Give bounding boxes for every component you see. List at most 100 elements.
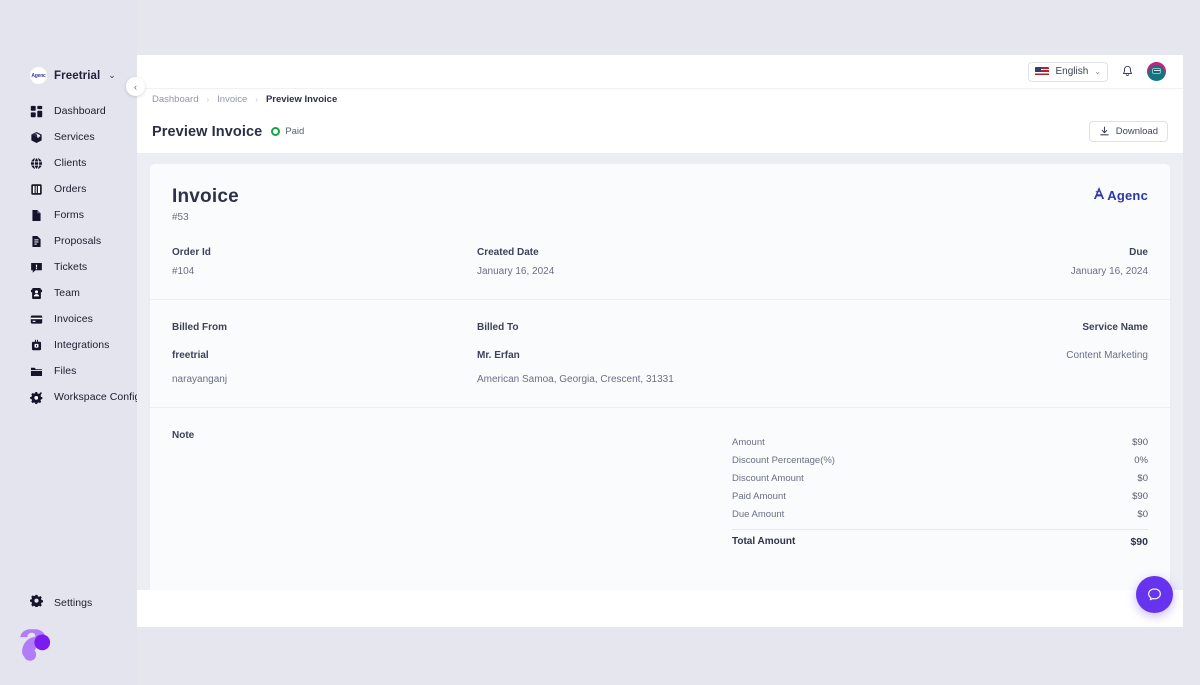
gear-icon bbox=[30, 594, 43, 612]
invoice-card: Invoice #53 Agenc Order Id #104 bbox=[150, 164, 1170, 607]
agenc-logo: Agenc bbox=[1093, 186, 1148, 203]
page-footer bbox=[137, 590, 1183, 627]
team-icon bbox=[30, 287, 43, 300]
box-icon bbox=[30, 131, 43, 144]
invoice-title: Invoice bbox=[172, 186, 239, 208]
invoice-parties-row: Billed From freetrial narayanganj Billed… bbox=[172, 322, 1148, 385]
sidebar-item-forms[interactable]: Forms bbox=[0, 202, 137, 228]
workspace-switcher[interactable]: Agenc Freetrial ⌄ bbox=[30, 67, 137, 84]
invoice-identity: Invoice #53 bbox=[172, 186, 239, 223]
sidebar-item-label: Settings bbox=[54, 597, 92, 609]
meta-value: #104 bbox=[172, 266, 477, 277]
total-line-amount: Amount $90 bbox=[732, 433, 1148, 451]
sidebar-item-integrations[interactable]: Integrations bbox=[0, 332, 137, 358]
billed-to: Billed To Mr. Erfan American Samoa, Geor… bbox=[477, 322, 843, 385]
list-icon bbox=[30, 183, 43, 196]
sidebar-item-label: Orders bbox=[54, 183, 86, 195]
breadcrumb-item-dashboard[interactable]: Dashboard bbox=[152, 94, 198, 105]
breadcrumb-item-preview-invoice: Preview Invoice bbox=[266, 94, 337, 105]
total-value: $90 bbox=[1132, 491, 1148, 502]
sidebar-item-label: Dashboard bbox=[54, 105, 106, 117]
globe-icon bbox=[30, 157, 43, 170]
agenc-mark-icon bbox=[1093, 186, 1106, 200]
meta-value: January 16, 2024 bbox=[843, 266, 1148, 277]
note-and-totals-row: Note Amount $90 Discount Percentage(%) 0… bbox=[172, 430, 1148, 551]
total-value: 0% bbox=[1134, 455, 1148, 466]
sidebar-item-label: Tickets bbox=[54, 261, 87, 273]
sidebar-item-files[interactable]: Files bbox=[0, 358, 137, 384]
sidebar-item-label: Team bbox=[54, 287, 80, 299]
status-circle-icon bbox=[271, 127, 280, 136]
sidebar-collapse-button[interactable]: ‹ bbox=[126, 77, 145, 96]
app-root: Agenc Freetrial ⌄ Dashboard Services Cli… bbox=[0, 0, 1200, 685]
total-key: Paid Amount bbox=[732, 491, 786, 502]
breadcrumb-separator: › bbox=[255, 95, 258, 104]
total-key: Total Amount bbox=[732, 536, 795, 547]
sidebar-item-proposals[interactable]: Proposals bbox=[0, 228, 137, 254]
sidebar-item-settings[interactable]: Settings bbox=[0, 590, 137, 616]
total-key: Due Amount bbox=[732, 509, 784, 520]
sidebar-nav: Dashboard Services Clients Orders Forms bbox=[0, 98, 137, 410]
sidebar-item-services[interactable]: Services bbox=[0, 124, 137, 150]
sidebar-item-label: Invoices bbox=[54, 313, 93, 325]
total-value: $90 bbox=[1132, 437, 1148, 448]
sidebar-item-clients[interactable]: Clients bbox=[0, 150, 137, 176]
note-label: Note bbox=[172, 430, 732, 551]
total-value: $90 bbox=[1130, 536, 1148, 548]
invoice-meta-due: Due January 16, 2024 bbox=[843, 247, 1148, 277]
totals-list: Amount $90 Discount Percentage(%) 0% Dis… bbox=[732, 430, 1148, 551]
billed-to-label: Billed To bbox=[477, 322, 843, 333]
service-name: Service Name Content Marketing bbox=[843, 322, 1148, 385]
user-avatar[interactable] bbox=[1147, 62, 1166, 81]
billed-to-address: American Samoa, Georgia, Crescent, 31331 bbox=[477, 374, 843, 385]
billed-to-name: Mr. Erfan bbox=[477, 350, 843, 361]
page-header-left: Preview Invoice Paid bbox=[152, 124, 304, 140]
invoice-header-row: Invoice #53 Agenc bbox=[172, 186, 1148, 223]
meta-label: Created Date bbox=[477, 247, 843, 258]
total-line-due-amount: Due Amount $0 bbox=[732, 505, 1148, 523]
card-icon bbox=[30, 313, 43, 326]
billed-from: Billed From freetrial narayanganj bbox=[172, 322, 477, 385]
sidebar-item-tickets[interactable]: Tickets bbox=[0, 254, 137, 280]
total-key: Discount Amount bbox=[732, 473, 804, 484]
breadcrumb-item-invoice[interactable]: Invoice bbox=[217, 94, 247, 105]
sidebar-item-label: Forms bbox=[54, 209, 84, 221]
invoice-meta-created-date: Created Date January 16, 2024 bbox=[477, 247, 843, 277]
invoice-card-wrapper: Invoice #53 Agenc Order Id #104 bbox=[137, 154, 1183, 607]
total-line-discount-amount: Discount Amount $0 bbox=[732, 469, 1148, 487]
sidebar-item-dashboard[interactable]: Dashboard bbox=[0, 98, 137, 124]
breadcrumb-separator: › bbox=[206, 95, 209, 104]
folder-icon bbox=[30, 365, 43, 378]
meta-label: Order Id bbox=[172, 247, 477, 258]
invoice-totals-section: Note Amount $90 Discount Percentage(%) 0… bbox=[150, 407, 1170, 607]
sidebar-item-label: Integrations bbox=[54, 339, 109, 351]
totals-divider bbox=[732, 529, 1148, 530]
download-button[interactable]: Download bbox=[1089, 121, 1168, 142]
sidebar-item-team[interactable]: Team bbox=[0, 280, 137, 306]
file-icon bbox=[30, 209, 43, 222]
sidebar-item-label: Services bbox=[54, 131, 95, 143]
workspace-avatar: Agenc bbox=[30, 67, 47, 84]
page-header: Preview Invoice Paid Download bbox=[137, 110, 1183, 154]
service-name-label: Service Name bbox=[843, 322, 1148, 333]
sidebar-item-workspace-config[interactable]: Workspace Config bbox=[0, 384, 137, 410]
meta-label: Due bbox=[843, 247, 1148, 258]
plug-icon bbox=[30, 339, 43, 352]
config-gear-icon bbox=[30, 391, 43, 404]
us-flag-icon bbox=[1035, 67, 1049, 77]
status-label: Paid bbox=[285, 126, 304, 137]
status-badge: Paid bbox=[271, 126, 304, 137]
notifications-button[interactable] bbox=[1120, 64, 1135, 79]
sidebar: Agenc Freetrial ⌄ Dashboard Services Cli… bbox=[0, 0, 137, 685]
workspace-name: Freetrial bbox=[54, 70, 100, 82]
invoice-number: #53 bbox=[172, 212, 239, 223]
download-icon bbox=[1099, 126, 1110, 137]
sidebar-item-invoices[interactable]: Invoices bbox=[0, 306, 137, 332]
total-line-total-amount: Total Amount $90 bbox=[732, 532, 1148, 551]
top-bar: English ⌄ bbox=[137, 55, 1183, 88]
language-selector[interactable]: English ⌄ bbox=[1028, 62, 1108, 82]
chat-support-button[interactable] bbox=[1136, 576, 1173, 613]
sidebar-item-orders[interactable]: Orders bbox=[0, 176, 137, 202]
chevron-down-icon: ⌄ bbox=[1094, 67, 1101, 76]
workspace-avatar-text: Agenc bbox=[31, 73, 45, 79]
